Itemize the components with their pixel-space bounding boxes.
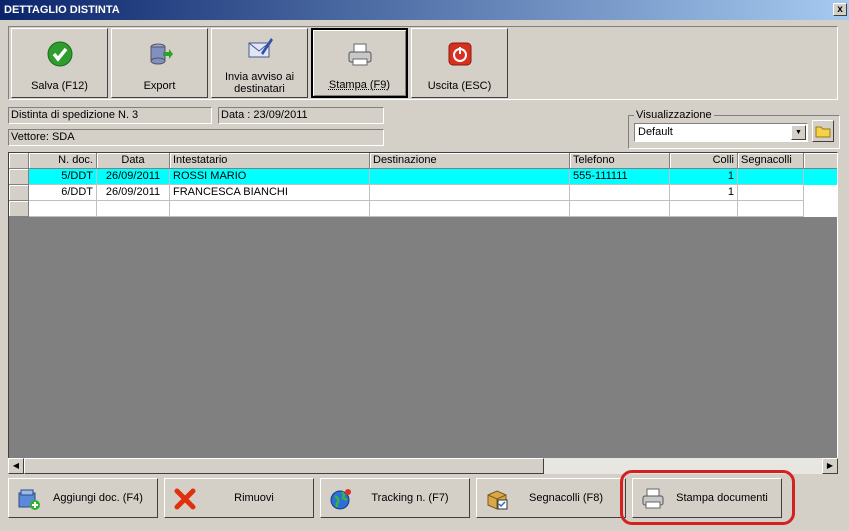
cell-ndoc: 6/DDT <box>29 185 97 201</box>
scroll-left-icon[interactable]: ◀ <box>8 458 24 474</box>
export-label: Export <box>143 80 176 92</box>
checkmark-icon <box>47 41 72 67</box>
rimuovi-button[interactable]: Rimuovi <box>164 478 314 518</box>
cell-telefono: 555-111111 <box>570 169 670 185</box>
close-window-button[interactable]: x <box>833 3 847 16</box>
chevron-down-icon[interactable]: ▼ <box>791 125 806 140</box>
documents-grid: N. doc. Data Intestatario Destinazione T… <box>8 152 838 473</box>
stampa-label: Stampa (F9) <box>328 79 391 91</box>
row-indicator[interactable] <box>9 201 29 217</box>
salva-button[interactable]: Salva (F12) <box>11 28 108 98</box>
cell-empty <box>570 201 670 217</box>
col-telefono[interactable]: Telefono <box>570 153 670 169</box>
scroll-right-icon[interactable]: ▶ <box>822 458 838 474</box>
aggiungi-doc-label: Aggiungi doc. (F4) <box>53 492 143 504</box>
distinta-number-field: Distinta di spedizione N. 3 <box>8 107 212 124</box>
cell-empty <box>170 201 370 217</box>
toolbar: Salva (F12) Export Invia avviso ai desti… <box>8 26 838 100</box>
cell-telefono <box>570 185 670 201</box>
invia-avviso-button[interactable]: Invia avviso ai destinatari <box>211 28 308 98</box>
uscita-button[interactable]: Uscita (ESC) <box>411 28 508 98</box>
header-indicator <box>9 153 29 169</box>
cell-empty <box>370 201 570 217</box>
cell-empty <box>670 201 738 217</box>
stampa-button[interactable]: Stampa (F9) <box>311 28 408 98</box>
col-destinazione[interactable]: Destinazione <box>370 153 570 169</box>
package-label-icon <box>487 490 508 510</box>
row-indicator[interactable] <box>9 185 29 201</box>
cell-intestatario: FRANCESCA BIANCHI <box>170 185 370 201</box>
segnacolli-button[interactable]: Segnacolli (F8) <box>476 478 626 518</box>
cell-segnacolli <box>738 185 804 201</box>
tracking-button[interactable]: Tracking n. (F7) <box>320 478 470 518</box>
col-colli[interactable]: Colli <box>670 153 738 169</box>
export-button[interactable]: Export <box>111 28 208 98</box>
cell-colli: 1 <box>670 185 738 201</box>
highlight-annotation-ring <box>620 470 795 525</box>
folder-icon <box>815 126 831 138</box>
row-indicator[interactable] <box>9 169 29 185</box>
database-export-icon <box>150 43 173 65</box>
col-filler <box>804 153 837 169</box>
open-folder-button[interactable] <box>812 120 834 142</box>
cell-empty <box>97 201 170 217</box>
window-title: DETTAGLIO DISTINTA <box>4 4 120 16</box>
cell-segnacolli <box>738 169 804 185</box>
cell-destinazione <box>370 185 570 201</box>
visualizzazione-legend: Visualizzazione <box>634 108 714 122</box>
remove-x-icon <box>174 488 196 510</box>
table-row-new[interactable] <box>9 201 837 217</box>
visualizzazione-value: Default <box>638 126 673 138</box>
col-data[interactable]: Data <box>97 153 170 169</box>
cell-empty <box>29 201 97 217</box>
invia-avviso-label: Invia avviso ai destinatari <box>224 71 295 95</box>
grid-header: N. doc. Data Intestatario Destinazione T… <box>9 153 837 169</box>
cell-destinazione <box>370 169 570 185</box>
data-field: Data : 23/09/2011 <box>218 107 384 124</box>
printer-icon <box>348 43 371 66</box>
globe-icon <box>330 489 351 510</box>
uscita-label: Uscita (ESC) <box>427 80 492 92</box>
table-row[interactable]: 6/DDT 26/09/2011 FRANCESCA BIANCHI 1 <box>9 185 837 201</box>
cell-data: 26/09/2011 <box>97 169 170 185</box>
table-row[interactable]: 5/DDT 26/09/2011 ROSSI MARIO 555-111111 … <box>9 169 837 185</box>
scrollbar-thumb[interactable] <box>24 458 544 474</box>
salva-label: Salva (F12) <box>31 80 88 92</box>
col-segnacolli[interactable]: Segnacolli <box>738 153 804 169</box>
col-intestatario[interactable]: Intestatario <box>170 153 370 169</box>
cell-data: 26/09/2011 <box>97 185 170 201</box>
vettore-field: Vettore: SDA <box>8 129 384 146</box>
rimuovi-label: Rimuovi <box>234 492 274 504</box>
tracking-label: Tracking n. (F7) <box>371 492 449 504</box>
aggiungi-doc-button[interactable]: Aggiungi doc. (F4) <box>8 478 158 518</box>
cell-ndoc: 5/DDT <box>29 169 97 185</box>
exit-power-icon <box>448 42 471 66</box>
cell-empty <box>738 201 804 217</box>
cell-colli: 1 <box>670 169 738 185</box>
email-envelope-icon <box>248 38 273 58</box>
window-titlebar: DETTAGLIO DISTINTA x <box>0 0 849 20</box>
col-ndoc[interactable]: N. doc. <box>29 153 97 169</box>
add-document-icon <box>18 489 40 510</box>
cell-intestatario: ROSSI MARIO <box>170 169 370 185</box>
visualizzazione-select[interactable]: Default ▼ <box>634 123 808 142</box>
segnacolli-label: Segnacolli (F8) <box>529 492 603 504</box>
